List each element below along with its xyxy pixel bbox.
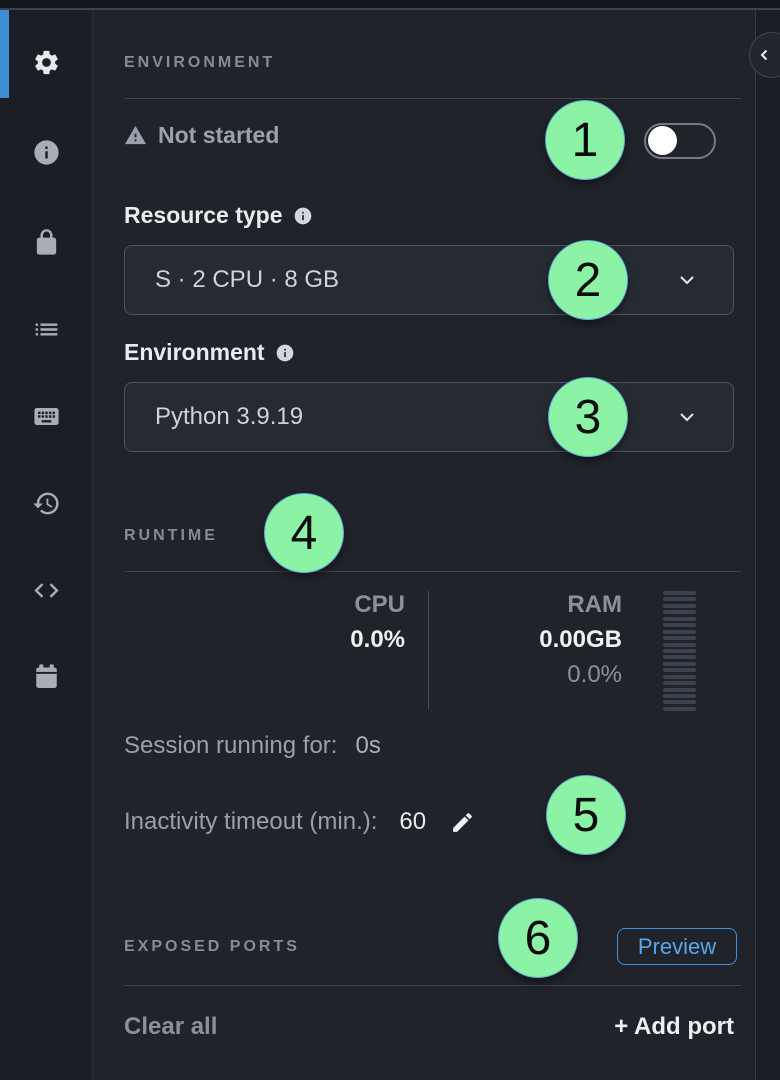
exposed-ports-section-header: EXPOSED PORTS	[124, 938, 300, 956]
sidebar-item-history[interactable]	[0, 473, 92, 533]
info-tooltip-icon[interactable]	[293, 206, 313, 226]
history-icon	[32, 489, 61, 518]
environment-select-label: Environment	[124, 339, 295, 366]
sidebar-item-list[interactable]	[0, 299, 92, 359]
ram-value: 0.00GB	[472, 626, 622, 654]
sidebar	[0, 10, 93, 1080]
sidebar-item-settings[interactable]	[0, 32, 92, 92]
annotation-marker-1: 1	[545, 100, 625, 180]
sidebar-item-info[interactable]	[0, 122, 92, 182]
lock-icon	[32, 228, 61, 257]
add-port-button[interactable]: + Add port	[614, 1013, 734, 1041]
pencil-icon	[450, 810, 475, 835]
preview-button[interactable]: Preview	[617, 928, 737, 965]
stats-divider	[428, 591, 429, 709]
inactivity-timeout-label: Inactivity timeout (min.):	[124, 808, 377, 836]
environment-settings-panel: ENVIRONMENT Not started Resource type S …	[0, 0, 780, 1080]
cpu-label: CPU	[255, 591, 405, 619]
gear-icon	[32, 48, 61, 77]
inactivity-timeout-row: Inactivity timeout (min.): 60	[124, 808, 475, 836]
warning-icon	[124, 124, 147, 147]
divider	[124, 98, 741, 99]
edit-timeout-button[interactable]	[450, 810, 475, 835]
top-border	[0, 0, 780, 10]
keyboard-icon	[32, 402, 61, 431]
session-running-row: Session running for: 0s	[124, 732, 381, 760]
sidebar-item-shortcuts[interactable]	[0, 386, 92, 446]
toggle-knob	[648, 126, 677, 155]
ram-meter	[663, 591, 696, 711]
session-running-value: 0s	[355, 732, 380, 760]
cpu-value: 0.0%	[255, 626, 405, 654]
code-icon	[32, 576, 61, 605]
annotation-marker-6: 6	[498, 898, 578, 978]
chevron-left-icon	[756, 46, 774, 64]
resource-type-value: S · 2 CPU · 8 GB	[155, 266, 339, 294]
status-label: Not started	[158, 122, 279, 149]
annotation-marker-4: 4	[264, 493, 344, 573]
annotation-marker-3: 3	[548, 377, 628, 457]
machine-power-toggle[interactable]	[644, 123, 716, 159]
machine-status: Not started	[124, 122, 279, 149]
ram-percent: 0.0%	[472, 661, 622, 689]
clear-all-button[interactable]: Clear all	[124, 1013, 217, 1041]
settings-content: ENVIRONMENT Not started Resource type S …	[93, 10, 756, 1080]
inactivity-timeout-value: 60	[399, 808, 426, 836]
session-running-label: Session running for:	[124, 732, 337, 760]
info-icon	[32, 138, 61, 167]
environment-select[interactable]: Python 3.9.19	[124, 382, 734, 452]
sidebar-item-schedule[interactable]	[0, 646, 92, 706]
environment-value: Python 3.9.19	[155, 403, 303, 431]
resource-type-label: Resource type	[124, 202, 313, 229]
sidebar-item-lock[interactable]	[0, 212, 92, 272]
resource-type-select[interactable]: S · 2 CPU · 8 GB	[124, 245, 734, 315]
runtime-section-header: RUNTIME	[124, 527, 218, 545]
calendar-icon	[32, 662, 61, 691]
annotation-marker-5: 5	[546, 775, 626, 855]
chevron-down-icon	[675, 268, 699, 292]
environment-section-header: ENVIRONMENT	[124, 54, 275, 72]
chevron-down-icon	[675, 405, 699, 429]
ram-label: RAM	[472, 591, 622, 619]
annotation-marker-2: 2	[548, 240, 628, 320]
info-tooltip-icon[interactable]	[275, 343, 295, 363]
list-icon	[32, 315, 61, 344]
collapsed-rail	[756, 10, 780, 1080]
divider	[124, 571, 741, 572]
sidebar-item-code[interactable]	[0, 560, 92, 620]
divider	[124, 985, 741, 986]
